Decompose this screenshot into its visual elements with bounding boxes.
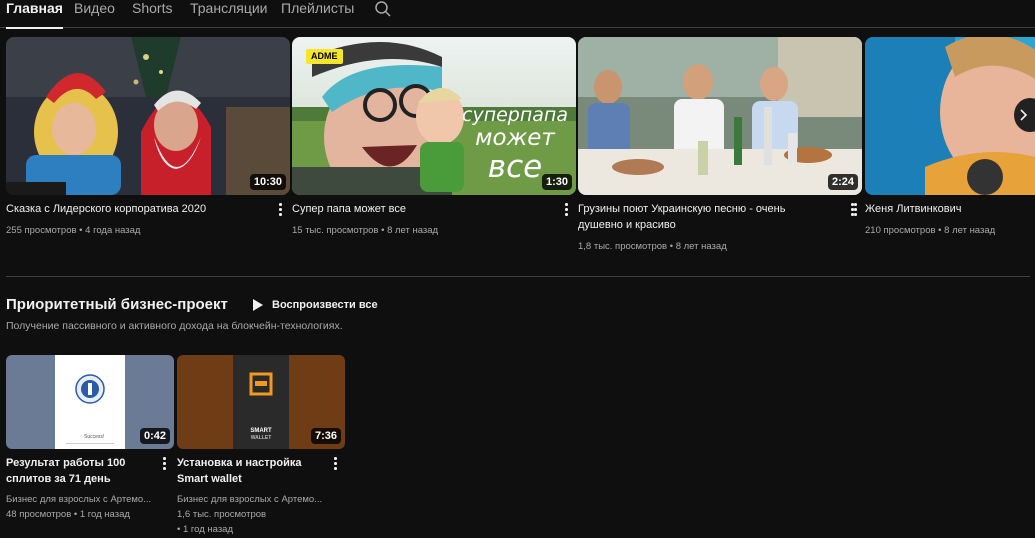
video-title-line: сплитов за 71 день [6, 473, 111, 485]
video-title[interactable]: Сказка с Лидерского корпоратива 2020 [6, 201, 268, 217]
tab-playlists[interactable]: Плейлисты [281, 0, 354, 28]
video-meta: • 1 год назад [177, 524, 233, 536]
video-title-line: Грузины поют Украинскую песню - очень [578, 203, 786, 215]
video-thumbnail[interactable]: 10:30 [6, 37, 290, 195]
video-meta: 48 просмотров • 1 год назад [6, 509, 130, 521]
video-title-line: Smart wallet [177, 473, 242, 485]
tab-shorts[interactable]: Shorts [132, 0, 172, 28]
video-card: 10:30 Сказка с Лидерского корпоратива 20… [6, 37, 290, 267]
channel-name[interactable]: Бизнес для взрослых с Артемо... [6, 494, 151, 506]
video-meta: 255 просмотров • 4 года назад [6, 225, 140, 237]
video-thumbnail[interactable]: SMART WALLET 7:36 [177, 355, 345, 449]
video-duration: 1:30 [541, 174, 572, 190]
video-card: Success! 0:42 Результат работы 100 сплит… [6, 355, 174, 535]
video-title[interactable]: Женя Литвинкович [865, 201, 1035, 217]
more-options-icon[interactable] [274, 201, 286, 217]
video-card: ADME суперпапа может все 1:30 Супер папа… [292, 37, 576, 267]
meta-separator: • [938, 225, 942, 236]
video-title[interactable]: Установка и настройка Smart wallet [177, 455, 327, 487]
upload-age: 1 год назад [182, 524, 234, 535]
upload-age: 8 лет назад [944, 225, 996, 236]
video-thumbnail[interactable]: ADME суперпапа может все 1:30 [292, 37, 576, 195]
upload-age: 1 год назад [79, 509, 130, 520]
upload-age: 4 года назад [85, 225, 141, 236]
shelf-description: Получение пассивного и активного дохода … [6, 320, 343, 332]
meta-separator: • [669, 241, 674, 252]
tab-home[interactable]: Главная [6, 0, 63, 29]
view-count: 1,8 тыс. просмотров [578, 241, 668, 252]
channel-tabs: Главная Видео Shorts Трансляции Плейлист… [0, 0, 1035, 29]
video-title-line: душевно и красиво [578, 219, 676, 231]
play-all-label: Воспроизвести все [272, 299, 378, 311]
more-options-icon[interactable] [849, 201, 861, 217]
video-title-line: Результат работы 100 [6, 457, 126, 469]
meta-separator: • [73, 509, 78, 520]
overlay-line: суперпапа [462, 104, 568, 126]
meta-separator: • [381, 225, 385, 236]
tab-videos[interactable]: Видео [74, 0, 115, 28]
chevron-right-icon [1020, 109, 1028, 121]
view-count: 1,6 тыс. просмотров [177, 509, 267, 520]
search-icon[interactable] [374, 0, 392, 18]
upload-age: 8 лет назад [387, 225, 439, 236]
upload-age: 8 лет назад [675, 241, 727, 252]
video-meta: 1,8 тыс. просмотров • 8 лет назад [578, 241, 727, 253]
view-count: 255 просмотров [6, 225, 77, 236]
video-duration: 7:36 [310, 428, 341, 444]
thumbnail-text-line: WALLET [250, 435, 272, 441]
video-card: SMART WALLET 7:36 Установка и настройка … [177, 355, 345, 535]
more-options-icon[interactable] [560, 201, 572, 217]
video-meta: 210 просмотров • 8 лет назад [865, 225, 995, 237]
video-meta: 15 тыс. просмотров • 8 лет назад [292, 225, 438, 237]
thumbnail-text-line: SMART [250, 428, 272, 434]
video-card: 2:24 Грузины поют Украинскую песню - оче… [578, 37, 862, 267]
view-count: 15 тыс. просмотров [292, 225, 379, 236]
thumbnail-overlay-text: суперпапа может все [460, 105, 570, 184]
meta-separator: • [79, 225, 83, 236]
meta-separator: • [177, 524, 181, 535]
channel-name[interactable]: Бизнес для взрослых с Артемо... [177, 494, 322, 506]
video-title[interactable]: Грузины поют Украинскую песню - очень ду… [578, 201, 840, 233]
adme-badge: ADME [306, 49, 343, 64]
view-count: 48 просмотров [6, 509, 72, 520]
thumbnail-text: SMART WALLET [233, 428, 289, 442]
overlay-line: может [475, 125, 555, 151]
video-duration: 10:30 [249, 174, 286, 190]
video-thumbnail[interactable]: Success! 0:42 [6, 355, 174, 449]
video-title[interactable]: Супер папа может все [292, 201, 554, 217]
more-options-icon[interactable] [158, 455, 170, 471]
video-card: Женя Литвинкович 210 просмотров • 8 лет … [865, 37, 1035, 267]
thumbnail-text: Success! [84, 434, 105, 440]
play-icon [253, 299, 263, 311]
video-duration: 2:24 [827, 174, 858, 190]
video-thumbnail[interactable]: 2:24 [578, 37, 862, 195]
shelf-title[interactable]: Приоритетный бизнес-проект [6, 296, 228, 314]
video-meta: 1,6 тыс. просмотров [177, 509, 266, 521]
video-thumbnail[interactable] [865, 37, 1035, 195]
video-title-line: Установка и настройка [177, 457, 302, 469]
view-count: 210 просмотров [865, 225, 936, 236]
section-divider [6, 276, 1030, 277]
more-options-icon[interactable] [329, 455, 341, 471]
video-title[interactable]: Результат работы 100 сплитов за 71 день [6, 455, 156, 487]
tab-live[interactable]: Трансляции [190, 0, 267, 28]
video-duration: 0:42 [139, 428, 170, 444]
